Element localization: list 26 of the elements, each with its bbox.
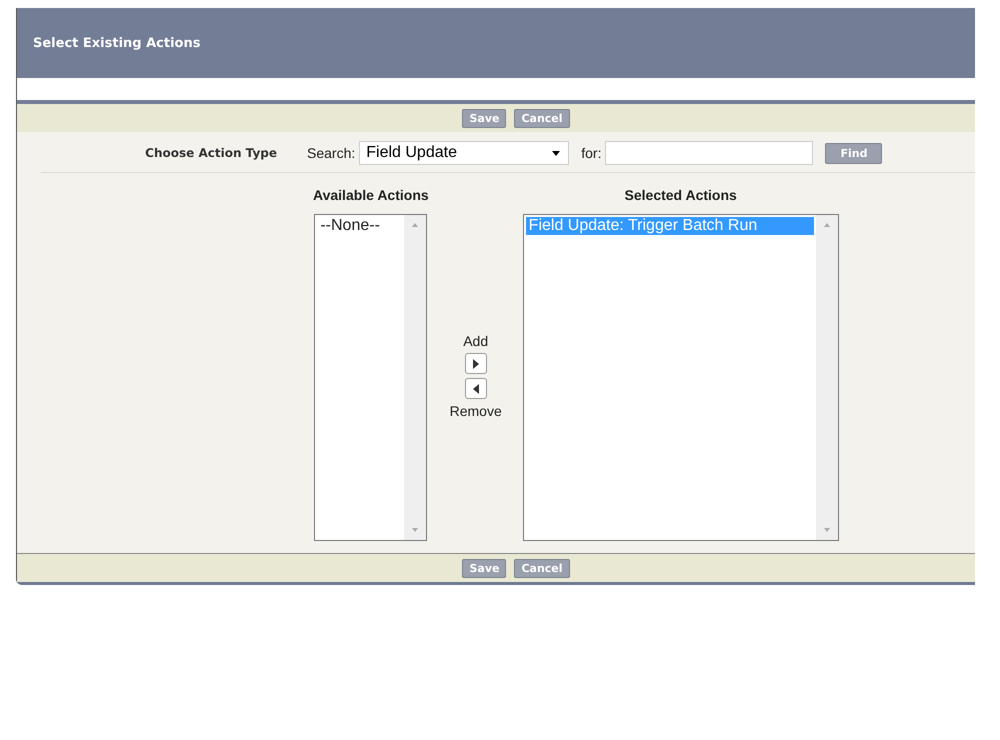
- remove-label: Remove: [450, 403, 502, 419]
- dialog-title: Select Existing Actions: [33, 36, 200, 50]
- cancel-button[interactable]: Cancel: [514, 108, 570, 128]
- field-label: for:: [581, 145, 602, 161]
- add-button[interactable]: [464, 353, 487, 374]
- remove-button[interactable]: [464, 378, 487, 399]
- cancel-button[interactable]: Cancel: [514, 558, 570, 578]
- save-button[interactable]: Save: [462, 558, 506, 578]
- search-type-dropdown[interactable]: Field Update: [359, 141, 570, 165]
- field-label: Choose Action Type: [144, 146, 277, 160]
- list-heading: Available Actions: [313, 187, 429, 203]
- selected-list[interactable]: Field Update: Trigger Batch Run: [522, 214, 839, 541]
- list-option[interactable]: Field Update: Trigger Batch Run: [526, 217, 814, 235]
- right-arrow-icon: [472, 358, 480, 368]
- list-heading: Selected Actions: [624, 187, 737, 203]
- add-label: Add: [463, 333, 488, 349]
- caret-icon: [552, 150, 560, 156]
- find-button[interactable]: Find: [825, 142, 882, 164]
- left-arrow-icon: [472, 384, 480, 394]
- save-button[interactable]: Save: [462, 108, 506, 128]
- list-option[interactable]: --None--: [317, 217, 402, 235]
- scrollbar[interactable]: [816, 215, 838, 540]
- available-list[interactable]: --None--: [314, 214, 428, 541]
- scrollbar[interactable]: [404, 215, 426, 540]
- field-label: Search:: [307, 145, 356, 161]
- search-input-field[interactable]: [605, 141, 814, 165]
